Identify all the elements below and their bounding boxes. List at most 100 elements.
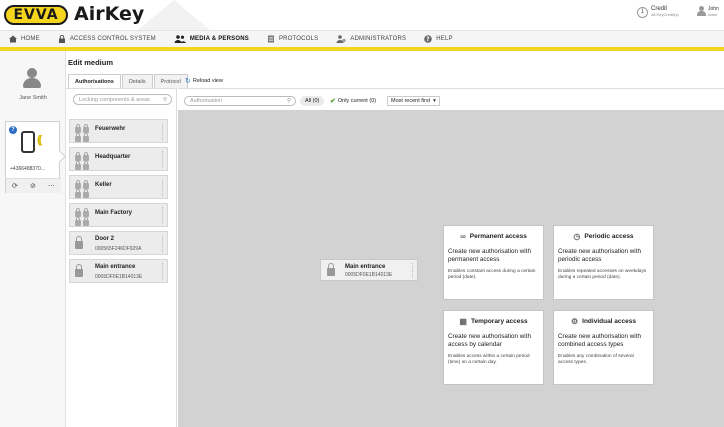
- page-title: Edit medium: [68, 58, 114, 67]
- persons-icon: [174, 35, 186, 43]
- smartphone-icon: [21, 131, 35, 153]
- area-locks-icon: [74, 152, 90, 170]
- periodic-access-card[interactable]: ◷ Periodic access Create new authorisati…: [553, 225, 654, 300]
- card-note: Enables constant access during a certain…: [448, 269, 536, 280]
- nav-home-label: HOME: [21, 36, 40, 42]
- component-search-placeholder: Locking components & areas: [79, 96, 150, 103]
- authorisation-search-input[interactable]: Authorisation ⚲: [184, 96, 296, 106]
- person-name[interactable]: Jane Smith: [0, 95, 66, 101]
- header-decoration: [138, 0, 210, 30]
- chevron-down-icon: ▾: [433, 98, 436, 104]
- component-name: Keller: [95, 182, 112, 188]
- drag-handle[interactable]: [162, 123, 164, 140]
- edit-tabs: Authorisations Details Protocol: [68, 74, 189, 88]
- card-note: Enables repeated accesses on weekdays du…: [558, 269, 647, 280]
- individual-access-card[interactable]: ⚙ Individual access Create new authorisa…: [553, 310, 654, 385]
- drag-handle[interactable]: [162, 235, 164, 252]
- list-item-lock[interactable]: Door 2 000565F246DF929A: [69, 231, 168, 255]
- component-search-input[interactable]: Locking components & areas ⚲: [73, 94, 172, 105]
- card-description: Create new authorisation with permanent …: [448, 248, 531, 263]
- sort-dropdown[interactable]: Most recent first ▾: [387, 96, 440, 106]
- reload-icon: ↻: [185, 78, 191, 85]
- all-filter-chip[interactable]: All (0): [300, 96, 325, 106]
- nav-protocols-label: PROTOCOLS: [278, 36, 319, 42]
- only-current-toggle[interactable]: ✔ Only current (0): [330, 97, 376, 105]
- infinity-icon: ∞: [460, 231, 466, 241]
- nav-help[interactable]: ? HELP: [415, 35, 461, 43]
- card-title: Individual access: [582, 317, 636, 325]
- list-item-area[interactable]: Main Factory: [69, 203, 168, 227]
- person-avatar-icon[interactable]: [23, 68, 41, 89]
- card-description: Create new authorisation with periodic a…: [558, 248, 641, 263]
- sort-value: Most recent first: [391, 98, 431, 104]
- home-icon: [9, 35, 17, 43]
- component-name: Headquarter: [95, 154, 131, 160]
- list-item-area[interactable]: Headquarter: [69, 147, 168, 171]
- list-item-area[interactable]: Keller: [69, 175, 168, 199]
- list-item-lock[interactable]: Main entrance 0005DF0E1B14013E: [69, 259, 168, 283]
- user-role: Admi: [708, 12, 718, 17]
- lock-icon: [327, 263, 335, 276]
- user-icon: [697, 6, 706, 17]
- component-name: Main entrance: [345, 264, 386, 270]
- credit-widget[interactable]: 1 Credit 48 KeyCredit(s): [637, 6, 679, 18]
- block-icon[interactable]: ⊘: [30, 182, 36, 190]
- card-title: Temporary access: [470, 317, 528, 325]
- card-title: Permanent access: [469, 232, 527, 240]
- component-name: Feuerwehr: [95, 126, 126, 132]
- clock-icon: ◷: [573, 231, 581, 241]
- area-locks-icon: [74, 208, 90, 226]
- tab-authorisations[interactable]: Authorisations: [68, 74, 121, 88]
- credit-icon: 1: [637, 6, 648, 18]
- card-note: Enables access within a certain period (…: [448, 354, 530, 365]
- permanent-access-card[interactable]: ∞ Permanent access Create new authorisat…: [443, 225, 544, 300]
- component-id: 0005DF0E1B14013E: [345, 272, 393, 278]
- accent-bar: [0, 47, 724, 51]
- more-icon[interactable]: ⋯: [48, 182, 55, 190]
- app-name: AirKey: [74, 3, 145, 25]
- tab-details[interactable]: Details: [121, 74, 153, 88]
- main-nav: HOME ACCESS CONTROL SYSTEM MEDIA & PERSO…: [0, 30, 724, 47]
- search-icon: ⚲: [162, 96, 167, 103]
- nav-access-control[interactable]: ACCESS CONTROL SYSTEM: [49, 34, 165, 43]
- search-icon: ⚲: [286, 98, 291, 104]
- lock-icon: [58, 34, 66, 43]
- tab-protocol[interactable]: Protocol: [153, 74, 188, 88]
- drag-handle[interactable]: [162, 151, 164, 168]
- lock-icon: [75, 264, 83, 277]
- nav-administrators-label: ADMINISTRATORS: [350, 36, 407, 42]
- drag-handle[interactable]: [412, 263, 414, 278]
- top-header: EVVA AirKey 1 Credit 48 KeyCredit(s) Joh…: [0, 0, 724, 30]
- drag-handle[interactable]: [162, 207, 164, 224]
- component-id: 000565F246DF929A: [95, 246, 142, 252]
- document-icon: [267, 35, 275, 43]
- medium-actions: ⟳ ⊘ ⋯: [6, 178, 61, 193]
- temporary-access-card[interactable]: ▦ Temporary access Create new authorisat…: [443, 310, 544, 385]
- area-locks-icon: [74, 180, 90, 198]
- credit-sub: 48 KeyCredit(s): [651, 12, 679, 17]
- authorisation-canvas[interactable]: Main entrance 0005DF0E1B14013E ∞ Permane…: [178, 110, 724, 427]
- admin-icon: [336, 35, 346, 43]
- nav-administrators[interactable]: ADMINISTRATORS: [327, 35, 415, 43]
- checkmark-icon: ✔: [330, 98, 336, 105]
- card-note: Enables any combination of several acces…: [558, 354, 634, 365]
- nav-home[interactable]: HOME: [0, 35, 49, 43]
- dropped-lock-component[interactable]: Main entrance 0005DF0E1B14013E: [320, 259, 418, 281]
- medium-card[interactable]: ? (( +4366488370... ⟳ ⊘ ⋯: [5, 121, 61, 193]
- sync-icon[interactable]: ⟳: [12, 182, 18, 190]
- component-id: 0005DF0E1B14013E: [95, 274, 143, 280]
- nav-media-persons[interactable]: MEDIA & PERSONS: [165, 35, 258, 43]
- drag-handle[interactable]: [162, 179, 164, 196]
- component-name: Main Factory: [95, 210, 133, 216]
- user-menu[interactable]: John Admi: [697, 6, 719, 18]
- reload-view-button[interactable]: ↻ Reload view: [185, 77, 223, 85]
- list-item-area[interactable]: Feuerwehr: [69, 119, 168, 143]
- reload-label: Reload view: [192, 78, 223, 84]
- drag-handle[interactable]: [162, 263, 164, 280]
- card-description: Create new authorisation with combined a…: [558, 333, 641, 348]
- nfc-waves-icon: ((: [37, 134, 43, 146]
- medium-id: +4366488370...: [10, 166, 45, 172]
- nav-protocols[interactable]: PROTOCOLS: [258, 35, 327, 43]
- help-badge-icon[interactable]: ?: [9, 126, 17, 134]
- authorisation-search-placeholder: Authorisation: [190, 98, 223, 104]
